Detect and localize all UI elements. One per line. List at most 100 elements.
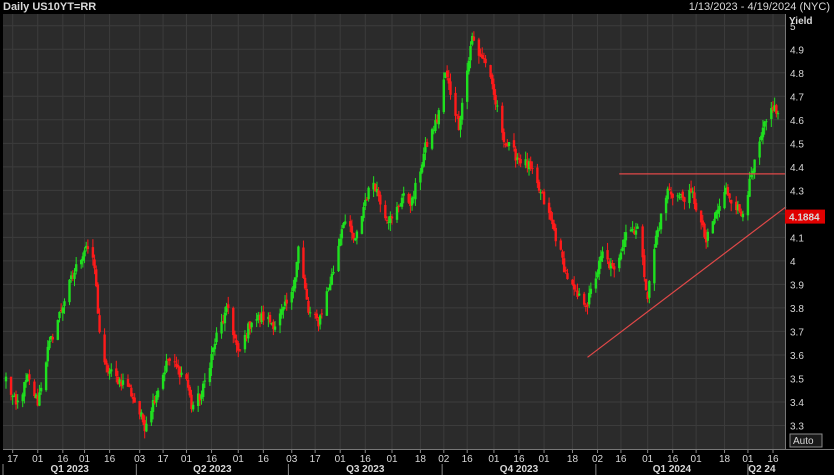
candle[interactable]	[161, 372, 165, 391]
candle-body	[365, 199, 369, 201]
x-tick-label: 01	[538, 454, 550, 465]
candle-body	[86, 246, 90, 250]
candlestick-chart[interactable]: 3.33.43.53.63.73.83.944.14.24.34.44.54.6…	[0, 0, 834, 475]
candle-body	[623, 239, 626, 248]
candle-body	[422, 153, 425, 167]
candle-body	[105, 360, 108, 365]
x-tick-label: 16	[615, 454, 627, 465]
candle-body	[643, 255, 646, 278]
candle-body	[390, 216, 394, 219]
candle-body	[537, 181, 541, 191]
candle-body	[598, 260, 601, 275]
candle-body	[96, 284, 100, 314]
quarter-label: Q4 2023	[500, 464, 539, 475]
x-tick-label: 01	[488, 454, 500, 465]
candle-body	[562, 258, 566, 273]
candle[interactable]	[325, 286, 329, 317]
candle-body	[531, 168, 534, 170]
candle-body	[449, 81, 452, 95]
candle-body	[178, 366, 181, 378]
candle-body	[83, 250, 86, 257]
candle-body	[631, 229, 634, 231]
candle-body	[748, 178, 751, 197]
candle-body	[23, 382, 26, 397]
y-tick-label: 3.8	[790, 304, 804, 315]
candle-body	[502, 132, 506, 143]
candle-body	[703, 223, 706, 238]
candle-body	[9, 376, 13, 395]
candle-body	[185, 374, 188, 380]
auto-button[interactable]: Auto	[793, 436, 814, 447]
candle-body	[303, 277, 307, 289]
y-tick-label: 4.1	[790, 233, 804, 244]
candle-body	[38, 392, 41, 406]
candle-body	[728, 193, 731, 199]
candle-body	[14, 394, 18, 405]
candle-body	[364, 200, 367, 206]
candle-body	[68, 279, 71, 303]
candle-body	[325, 291, 329, 316]
candle-body	[133, 397, 136, 403]
candle-body	[165, 360, 168, 372]
candle-body	[28, 374, 31, 380]
candle-body	[402, 193, 405, 196]
candle-body	[344, 221, 347, 224]
candle-body	[410, 197, 414, 206]
candle-body	[613, 266, 616, 270]
candle-body	[619, 252, 623, 260]
candle[interactable]	[56, 319, 60, 341]
candle[interactable]	[44, 361, 48, 392]
candle-body	[668, 188, 671, 190]
y-tick-label: 3.9	[790, 280, 804, 291]
y-tick-label: 3.6	[790, 351, 804, 362]
candle-body	[16, 400, 19, 403]
candle-body	[293, 277, 297, 289]
candle-body	[320, 313, 324, 315]
candle-body	[654, 235, 658, 248]
candle-body	[693, 192, 696, 205]
candle-body	[738, 204, 741, 212]
candle-body	[594, 278, 598, 289]
candle-body	[395, 206, 399, 220]
candle-body	[750, 175, 753, 178]
candle-body	[582, 293, 586, 305]
candle-body	[290, 291, 293, 303]
candle-body	[360, 215, 364, 234]
candle-body	[295, 262, 298, 278]
candle-body	[723, 191, 726, 209]
candle[interactable]	[644, 278, 648, 291]
candle[interactable]	[703, 222, 706, 239]
candle-body	[233, 334, 237, 339]
candle[interactable]	[582, 291, 586, 307]
candle-body	[215, 332, 218, 343]
last-price-tag: 4.1884	[785, 209, 825, 224]
candle-body	[315, 313, 319, 319]
candle-body	[307, 300, 310, 313]
candle-body	[706, 231, 710, 241]
candle-body	[354, 238, 357, 241]
quarter-label: Q2 24	[748, 464, 776, 475]
x-tick-label: 01	[691, 454, 703, 465]
candle-body	[318, 315, 322, 325]
candle-body	[644, 279, 648, 291]
quarter-label: Q3 2023	[346, 464, 385, 475]
candle[interactable]	[68, 279, 71, 306]
candle-body	[91, 247, 95, 258]
candle-body	[656, 229, 659, 237]
candle[interactable]	[360, 215, 364, 235]
candle-body	[601, 251, 604, 259]
candle[interactable]	[96, 282, 100, 315]
candle-body	[491, 74, 494, 85]
x-tick-label: 01	[181, 454, 193, 465]
candle-body	[758, 141, 761, 158]
candle-body	[572, 284, 576, 290]
candle-body	[201, 383, 205, 398]
candle-body	[367, 187, 370, 200]
candle-body	[529, 161, 532, 169]
candle-body	[115, 368, 118, 377]
candle-body	[74, 264, 78, 272]
y-tick-label: 4.3	[790, 186, 804, 197]
candle-body	[180, 372, 183, 375]
candle-body	[191, 404, 195, 410]
candle-body	[98, 315, 101, 333]
